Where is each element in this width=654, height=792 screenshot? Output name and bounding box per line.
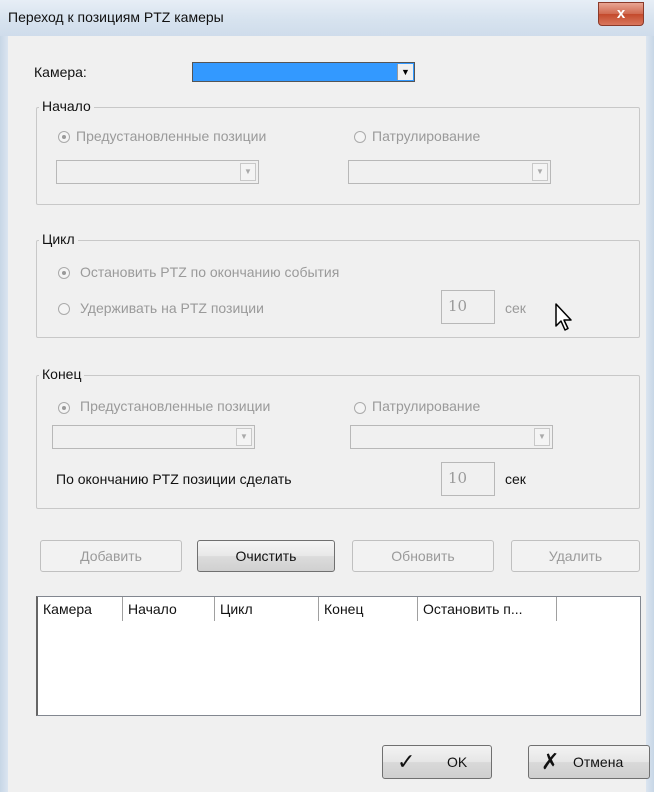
end-patrol-select[interactable]: ▼ — [350, 425, 553, 449]
positions-table[interactable]: Камера Начало Цикл Конец Остановить п... — [36, 596, 641, 716]
cancel-label: Отмена — [573, 754, 624, 770]
cross-icon: ✗ — [541, 749, 560, 774]
start-group-title: Начало — [39, 98, 94, 114]
cycle-hold-seconds-input[interactable]: 10 — [441, 290, 495, 324]
end-patrol-label: Патрулирование — [372, 398, 481, 414]
end-presets-select[interactable]: ▼ — [52, 425, 255, 449]
column-header-stop[interactable]: Остановить п... — [418, 597, 557, 621]
column-header-end[interactable]: Конец — [319, 597, 418, 621]
cancel-button[interactable]: ✗ Отмена — [528, 745, 650, 779]
end-seconds-unit: сек — [505, 471, 526, 487]
chevron-down-icon: ▼ — [534, 428, 550, 446]
cycle-hold-radio[interactable] — [58, 303, 70, 315]
camera-select[interactable]: ▼ — [192, 62, 415, 82]
add-button[interactable]: Добавить — [40, 540, 182, 572]
ok-button[interactable]: ✓ OK — [382, 745, 492, 779]
ok-label: OK — [447, 754, 468, 770]
cycle-seconds-unit: сек — [505, 300, 526, 316]
chevron-down-icon: ▼ — [236, 428, 252, 446]
start-patrol-label: Патрулирование — [372, 128, 481, 144]
mouse-pointer-icon — [555, 303, 572, 331]
cycle-stop-label: Остановить PTZ по окончанию события — [80, 264, 340, 280]
cycle-hold-label: Удерживать на PTZ позиции — [80, 300, 264, 316]
column-header-camera[interactable]: Камера — [38, 597, 123, 621]
close-button[interactable]: x — [598, 2, 644, 26]
title-bar: Переход к позициям PTZ камеры x — [0, 0, 654, 36]
clear-button[interactable]: Очистить — [197, 540, 335, 572]
end-presets-label: Предустановленные позиции — [80, 398, 271, 414]
start-patrol-select[interactable]: ▼ — [348, 160, 551, 184]
update-button[interactable]: Обновить — [352, 540, 494, 572]
chevron-down-icon: ▼ — [240, 163, 256, 181]
chevron-down-icon[interactable]: ▼ — [397, 64, 413, 80]
column-header-start[interactable]: Начало — [123, 597, 215, 621]
cycle-group-title: Цикл — [39, 231, 78, 247]
end-after-seconds-input[interactable]: 10 — [441, 462, 495, 496]
start-presets-radio[interactable] — [58, 131, 70, 143]
column-header-cycle[interactable]: Цикл — [215, 597, 319, 621]
end-group-title: Конец — [39, 366, 85, 382]
window-frame-left — [0, 36, 8, 792]
start-presets-select[interactable]: ▼ — [56, 160, 259, 184]
cycle-stop-radio[interactable] — [58, 267, 70, 279]
end-presets-radio[interactable] — [58, 402, 70, 414]
window-frame-right — [646, 36, 654, 792]
end-after-label: По окончанию PTZ позиции сделать — [56, 471, 292, 487]
cycle-group: Цикл — [36, 231, 640, 338]
start-presets-label: Предустановленные позиции — [76, 128, 267, 144]
delete-button[interactable]: Удалить — [511, 540, 640, 572]
window-title: Переход к позициям PTZ камеры — [8, 9, 224, 25]
close-icon: x — [616, 5, 626, 22]
start-group: Начало — [36, 98, 640, 205]
start-patrol-radio[interactable] — [354, 131, 366, 143]
chevron-down-icon: ▼ — [532, 163, 548, 181]
checkmark-icon: ✓ — [397, 749, 416, 774]
camera-label: Камера: — [34, 64, 87, 80]
end-patrol-radio[interactable] — [354, 402, 366, 414]
